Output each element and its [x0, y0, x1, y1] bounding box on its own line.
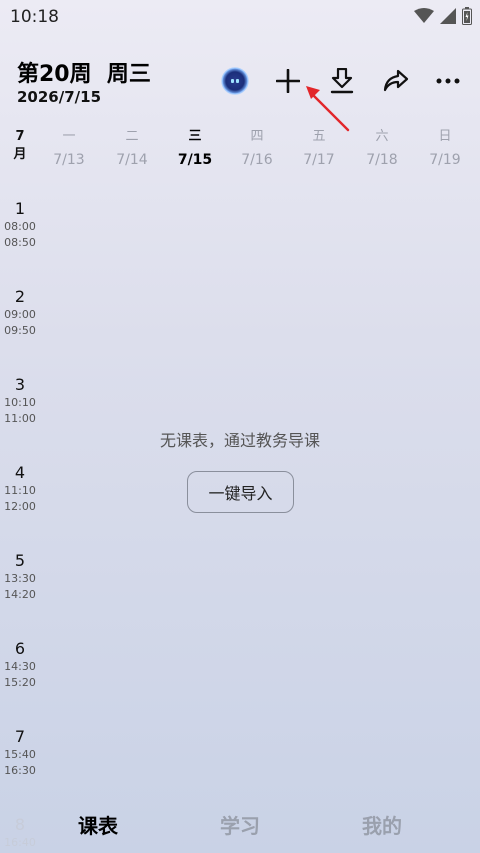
plus-icon — [276, 69, 300, 93]
weekday-label: 四 — [250, 129, 264, 144]
period-number: 3 — [14, 375, 26, 394]
day-column-wed[interactable]: 三 7/15 — [164, 128, 226, 170]
day-date: 7/14 — [116, 152, 148, 168]
period-start-time: 13:30 — [4, 572, 36, 585]
nav-tab-me[interactable]: 我的 — [362, 810, 402, 839]
nav-tab-study[interactable]: 学习 — [220, 810, 260, 839]
share-icon — [383, 69, 409, 92]
period-number: 6 — [14, 639, 26, 658]
period-start-time: 10:10 — [4, 396, 36, 409]
period-start-time: 09:00 — [4, 308, 36, 321]
day-date: 7/19 — [429, 152, 461, 168]
period-end-time: 15:20 — [4, 676, 36, 689]
period-start-time: 15:40 — [4, 748, 36, 761]
period-end-time: 16:30 — [4, 764, 36, 777]
weekday-label: 日 — [438, 129, 452, 144]
period-6: 6 14:30 15:20 — [0, 639, 40, 691]
status-bar: 10:18 — [0, 0, 480, 34]
status-icons — [414, 7, 472, 25]
day-date: 7/13 — [53, 152, 85, 168]
day-date: 7/16 — [241, 152, 273, 168]
month-unit: 月 — [13, 147, 27, 162]
more-button[interactable] — [431, 64, 465, 98]
period-number: 4 — [14, 463, 26, 482]
weekday-label: 二 — [125, 129, 139, 144]
day-date: 7/15 — [177, 152, 213, 168]
period-number: 7 — [14, 727, 26, 746]
day-column-fri[interactable]: 五 7/17 — [288, 128, 350, 170]
current-date: 2026/7/15 — [17, 88, 102, 106]
period-1: 1 08:00 08:50 — [0, 199, 40, 251]
battery-icon — [462, 7, 472, 25]
period-end-time: 09:50 — [4, 324, 36, 337]
bottom-nav: 课表 学习 我的 — [0, 800, 480, 848]
day-date: 7/18 — [366, 152, 398, 168]
period-start-time: 11:10 — [4, 484, 36, 497]
wifi-icon — [414, 8, 434, 23]
period-4: 4 11:10 12:00 — [0, 463, 40, 515]
day-column-tue[interactable]: 二 7/14 — [101, 128, 163, 170]
period-end-time: 12:00 — [4, 500, 36, 513]
status-time: 10:18 — [10, 7, 59, 27]
more-icon — [436, 78, 460, 84]
period-number: 1 — [14, 199, 26, 218]
period-end-time: 11:00 — [4, 412, 36, 425]
weekday-label: 六 — [375, 129, 389, 144]
week-title: 第20周 周三 — [17, 62, 151, 87]
period-start-time: 14:30 — [4, 660, 36, 673]
month-number: 7 — [15, 129, 25, 144]
weekday-label: 一 — [62, 129, 76, 144]
robot-assistant-icon — [221, 67, 249, 95]
weekday-label: 三 — [188, 129, 202, 144]
period-start-time: 08:00 — [4, 220, 36, 233]
period-2: 2 09:00 09:50 — [0, 287, 40, 339]
day-column-mon[interactable]: 一 7/13 — [38, 128, 100, 170]
month-label: 7 月 — [8, 128, 32, 164]
day-column-sun[interactable]: 日 7/19 — [414, 128, 476, 170]
period-end-time: 14:20 — [4, 588, 36, 601]
empty-schedule-message: 无课表，通过教务导课 — [159, 431, 320, 450]
day-column-thu[interactable]: 四 7/16 — [226, 128, 288, 170]
signal-icon — [440, 8, 456, 24]
nav-tab-schedule[interactable]: 课表 — [78, 810, 118, 839]
day-date: 7/17 — [303, 152, 335, 168]
period-5: 5 13:30 14:20 — [0, 551, 40, 603]
period-number: 5 — [14, 551, 26, 570]
period-7: 7 15:40 16:30 — [0, 727, 40, 779]
period-3: 3 10:10 11:00 — [0, 375, 40, 427]
weekday-label: 五 — [312, 129, 326, 144]
header: 第20周 周三 2026/7/15 — [0, 48, 480, 116]
period-end-time: 08:50 — [4, 236, 36, 249]
one-click-import-button[interactable]: 一键导入 — [187, 471, 294, 513]
share-button[interactable] — [379, 64, 413, 98]
assistant-button[interactable] — [218, 64, 252, 98]
day-column-sat[interactable]: 六 7/18 — [351, 128, 413, 170]
week-days-row: 7 月 一 7/13 二 7/14 三 7/15 四 7/16 五 7/17 六… — [0, 126, 480, 172]
period-number: 2 — [14, 287, 26, 306]
